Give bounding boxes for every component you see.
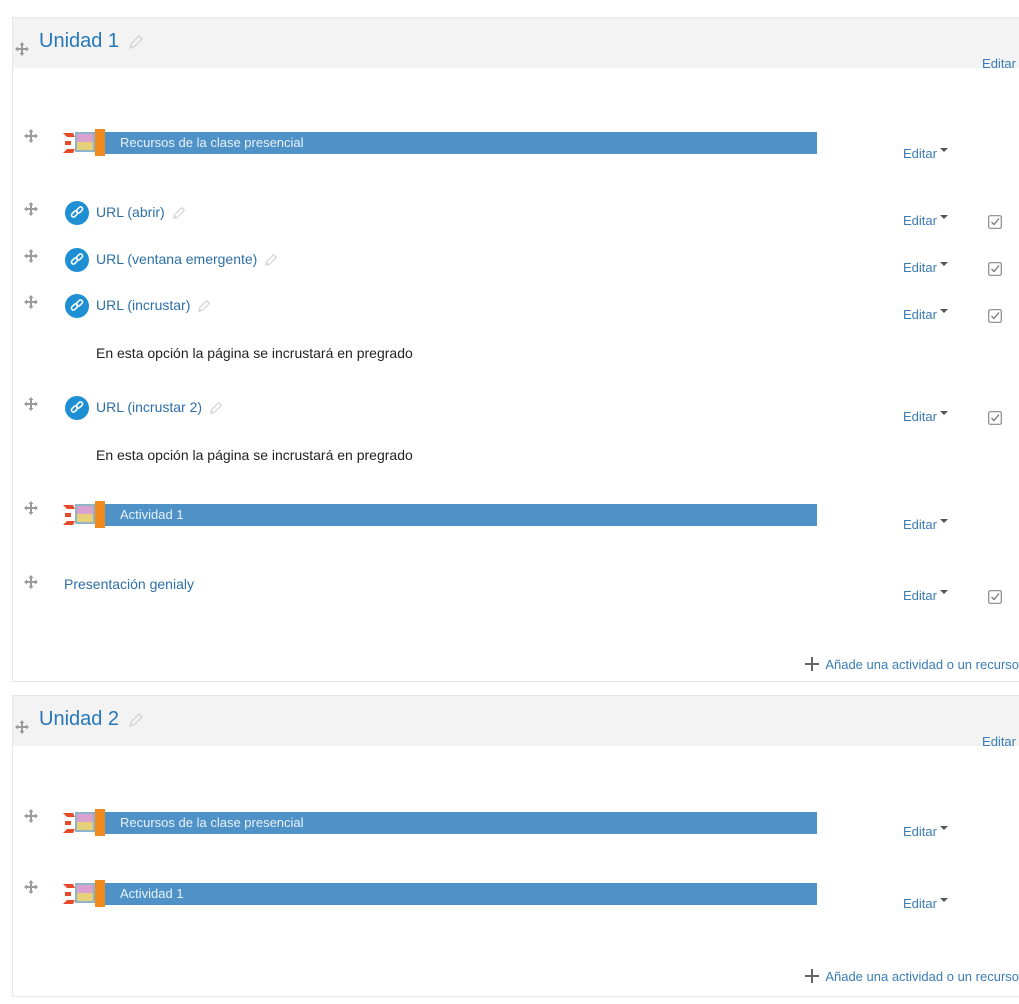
move-icon[interactable]: [14, 41, 30, 57]
section-title[interactable]: Unidad 2: [39, 708, 145, 731]
edit-label[interactable]: Editar: [903, 896, 937, 911]
caret-down-icon: [939, 590, 948, 594]
move-icon[interactable]: [23, 500, 39, 516]
caret-down-icon: [939, 411, 948, 415]
label-banner: Actividad 1: [105, 504, 817, 526]
section-edit-menu[interactable]: Editar: [982, 56, 1016, 71]
link-icon: [65, 248, 89, 272]
edit-menu[interactable]: Editar: [903, 409, 948, 424]
label-banner: Recursos de la clase presencial: [105, 132, 817, 154]
activity-link-text[interactable]: URL (incrustar 2): [96, 399, 202, 415]
link-icon: [65, 201, 89, 225]
activity-description: En esta opción la página se incrustará e…: [96, 345, 413, 361]
move-icon[interactable]: [23, 396, 39, 412]
activity-row: Actividad 1 Editar: [13, 879, 1019, 919]
add-activity-label[interactable]: Añade una actividad o un recurso: [825, 657, 1019, 672]
activity-row: URL (abrir) Editar: [13, 201, 1019, 241]
edit-menu[interactable]: Editar: [903, 824, 948, 839]
edit-label[interactable]: Editar: [903, 260, 937, 275]
completion-checkbox-icon[interactable]: [988, 309, 1002, 323]
pencil-icon[interactable]: [127, 711, 145, 729]
activity-row: Recursos de la clase presencial Editar: [13, 128, 1019, 168]
move-icon[interactable]: [23, 248, 39, 264]
activity-link[interactable]: URL (abrir): [96, 204, 187, 221]
move-icon[interactable]: [23, 879, 39, 895]
caret-down-icon: [939, 215, 948, 219]
caret-down-icon: [939, 826, 948, 830]
edit-label[interactable]: Editar: [903, 146, 937, 161]
completion-checkbox-icon[interactable]: [988, 215, 1002, 229]
add-activity-link[interactable]: Añade una actividad o un recurso: [804, 968, 1019, 984]
edit-menu[interactable]: Editar: [903, 213, 948, 228]
section-unidad-1: Unidad 1 Editar Recursos de la clase pre…: [12, 17, 1019, 682]
edit-menu[interactable]: Editar: [903, 307, 948, 322]
pencil-icon[interactable]: [196, 298, 212, 314]
completion-checkbox-icon[interactable]: [988, 411, 1002, 425]
edit-menu[interactable]: Editar: [903, 896, 948, 911]
pencil-icon[interactable]: [171, 205, 187, 221]
label-banner-icon: [63, 809, 105, 836]
label-banner: Actividad 1: [105, 883, 817, 905]
edit-label[interactable]: Editar: [903, 824, 937, 839]
caret-down-icon: [939, 898, 948, 902]
activity-link-text[interactable]: URL (incrustar): [96, 297, 190, 313]
activity-link[interactable]: URL (ventana emergente): [96, 251, 279, 268]
caret-down-icon: [939, 148, 948, 152]
edit-label[interactable]: Editar: [903, 517, 937, 532]
edit-menu[interactable]: Editar: [903, 260, 948, 275]
add-activity-label[interactable]: Añade una actividad o un recurso: [825, 969, 1019, 984]
section-title-text[interactable]: Unidad 2: [39, 708, 119, 730]
edit-menu[interactable]: Editar: [903, 517, 948, 532]
activity-row: URL (incrustar) Editar: [13, 294, 1019, 334]
completion-checkbox-icon[interactable]: [988, 262, 1002, 276]
activity-row: URL (ventana emergente) Editar: [13, 248, 1019, 288]
move-icon[interactable]: [23, 294, 39, 310]
move-icon[interactable]: [23, 808, 39, 824]
activity-link[interactable]: Presentación genialy: [64, 576, 194, 592]
caret-down-icon: [939, 519, 948, 523]
edit-label[interactable]: Editar: [903, 588, 937, 603]
activity-row: Actividad 1 Editar: [13, 500, 1019, 540]
move-icon[interactable]: [23, 201, 39, 217]
activity-row: Recursos de la clase presencial Editar: [13, 808, 1019, 848]
caret-down-icon: [939, 262, 948, 266]
activity-link-text[interactable]: URL (abrir): [96, 204, 165, 220]
section-header: Unidad 2: [13, 696, 1019, 746]
label-banner-icon: [63, 501, 105, 528]
label-banner-icon: [63, 129, 105, 156]
link-icon: [65, 294, 89, 318]
completion-checkbox-icon[interactable]: [988, 590, 1002, 604]
plus-icon: [804, 656, 820, 672]
edit-label[interactable]: Editar: [903, 409, 937, 424]
add-activity-link[interactable]: Añade una actividad o un recurso: [804, 656, 1019, 672]
move-icon[interactable]: [23, 128, 39, 144]
activity-link-text[interactable]: URL (ventana emergente): [96, 251, 257, 267]
activity-row: URL (incrustar 2) Editar: [13, 396, 1019, 436]
activity-row: Presentación genialy Editar: [13, 574, 1019, 614]
section-title[interactable]: Unidad 1: [39, 30, 145, 53]
activity-link[interactable]: URL (incrustar): [96, 297, 212, 314]
plus-icon: [804, 968, 820, 984]
section-edit-menu[interactable]: Editar: [982, 734, 1016, 749]
activity-link[interactable]: URL (incrustar 2): [96, 399, 224, 416]
move-icon[interactable]: [14, 719, 30, 735]
edit-label[interactable]: Editar: [903, 213, 937, 228]
pencil-icon[interactable]: [208, 400, 224, 416]
caret-down-icon: [939, 309, 948, 313]
label-banner-icon: [63, 880, 105, 907]
edit-menu[interactable]: Editar: [903, 588, 948, 603]
edit-menu[interactable]: Editar: [903, 146, 948, 161]
move-icon[interactable]: [23, 574, 39, 590]
edit-label[interactable]: Editar: [903, 307, 937, 322]
pencil-icon[interactable]: [263, 252, 279, 268]
activity-description: En esta opción la página se incrustará e…: [96, 447, 413, 463]
link-icon: [65, 396, 89, 420]
pencil-icon[interactable]: [127, 33, 145, 51]
section-title-text[interactable]: Unidad 1: [39, 30, 119, 52]
section-header: Unidad 1: [13, 18, 1019, 68]
label-banner: Recursos de la clase presencial: [105, 812, 817, 834]
section-unidad-2: Unidad 2 Editar Recursos de la clase pre…: [12, 695, 1019, 997]
